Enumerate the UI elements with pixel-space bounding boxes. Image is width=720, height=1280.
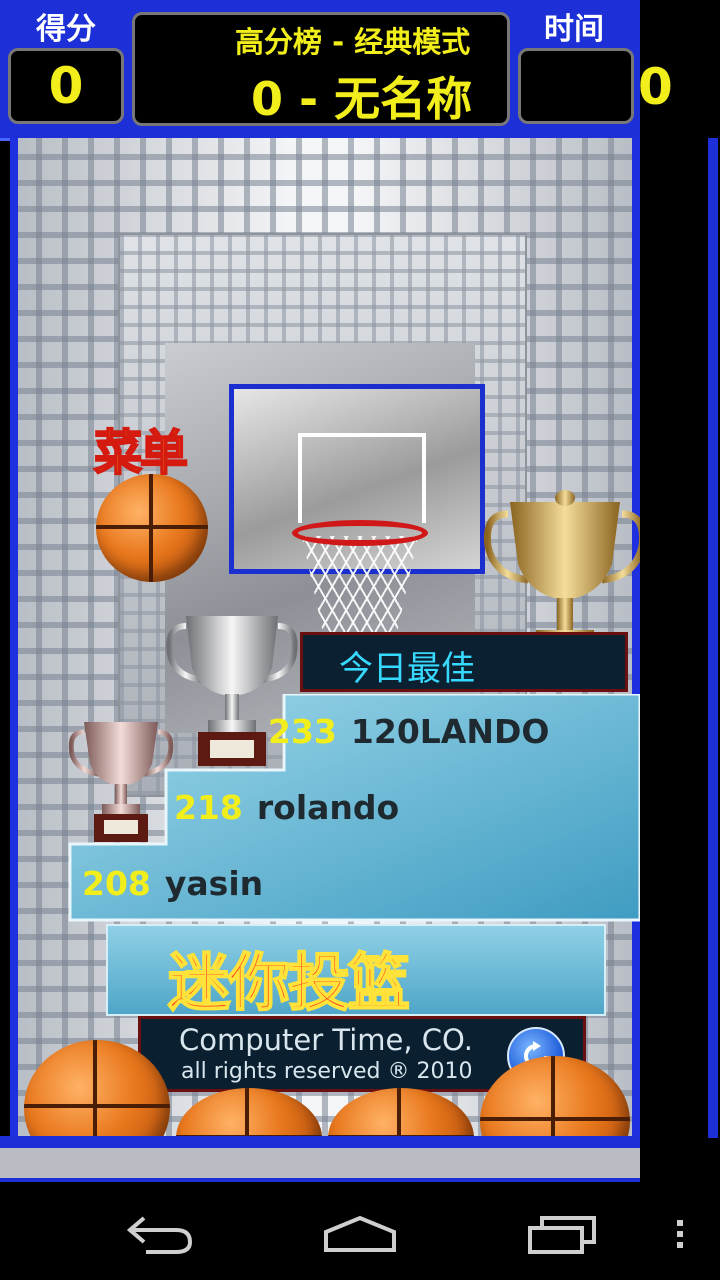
- time-box: [518, 48, 634, 124]
- today-best-header: 今日最佳: [300, 632, 628, 692]
- today-best-label: 今日最佳: [339, 649, 475, 689]
- highscore-box: 高分榜 - 经典模式 0 - 无名称: [132, 12, 510, 126]
- left-post: [10, 138, 18, 1148]
- home-icon[interactable]: [322, 1214, 398, 1254]
- game-title-banner: 迷你投篮: [106, 924, 606, 1020]
- leaderboard-name-1: 120LANDO: [350, 712, 550, 751]
- leaderboard-row-3: 208 yasin: [82, 864, 263, 903]
- hoop-rim: [292, 520, 428, 546]
- system-nav-bar: [0, 1184, 720, 1280]
- score-value: 0: [48, 57, 84, 115]
- leaderboard-score-3: 208: [82, 864, 151, 903]
- game-title: 迷你投篮: [167, 945, 411, 1020]
- leaderboard-score-1: 233: [268, 712, 337, 751]
- highscore-entry: 0 - 无名称: [251, 72, 473, 126]
- court-bottom-rail: [0, 1136, 640, 1148]
- score-box: 0: [8, 48, 124, 124]
- leaderboard-name-3: yasin: [164, 864, 264, 903]
- court-floor-strip: [0, 1148, 640, 1182]
- backboard-square: [298, 433, 426, 523]
- leaderboard-row-1: 233 120LANDO: [268, 712, 549, 751]
- highscore-title: 高分榜 - 经典模式: [235, 25, 471, 59]
- game-court[interactable]: 菜单 今日最佳 233 120LANDO 218 rolando 208 yas…: [10, 138, 640, 1148]
- time-label: 时间: [544, 12, 604, 47]
- leaderboard-name-2: rolando: [256, 788, 400, 827]
- leaderboard-score-2: 218: [174, 788, 243, 827]
- credit-line-1: Computer Time, CO.: [179, 1023, 473, 1057]
- time-value: 0: [638, 58, 673, 116]
- right-edge-rail: [708, 138, 718, 1138]
- credit-line-2: all rights reserved ® 2010: [181, 1059, 473, 1084]
- leaderboard-row-2: 218 rolando: [174, 788, 399, 827]
- menu-ball[interactable]: [96, 474, 208, 582]
- menu-label[interactable]: 菜单: [93, 413, 189, 483]
- overflow-icon[interactable]: [674, 1218, 686, 1250]
- score-label: 得分: [36, 12, 96, 47]
- hud-bar: 得分 0 高分榜 - 经典模式 0 - 无名称 时间: [0, 0, 640, 141]
- recents-icon[interactable]: [526, 1214, 598, 1256]
- back-icon[interactable]: [124, 1212, 196, 1256]
